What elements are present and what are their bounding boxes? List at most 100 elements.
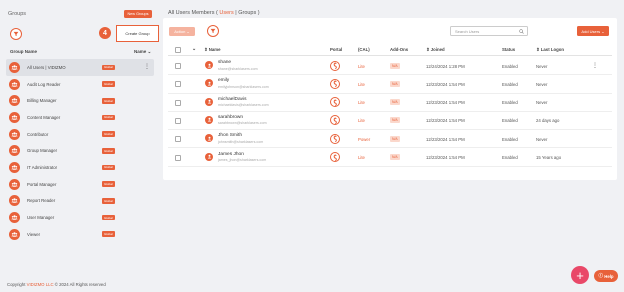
add-fab-button[interactable]: +	[571, 266, 589, 284]
row-checkbox[interactable]	[175, 117, 181, 124]
search-placeholder: Search Users	[455, 28, 480, 34]
group-name: Content Manager	[27, 114, 61, 120]
group-icon	[9, 178, 20, 190]
addons-badge: N/A	[390, 99, 400, 106]
row-checkbox[interactable]	[175, 136, 181, 143]
user-email: johnsmith@sharklasers.com	[218, 139, 264, 144]
user-name[interactable]: James Jhon	[218, 152, 244, 157]
global-badge: Global	[102, 97, 115, 104]
select-all-chevron[interactable]: ⌄	[192, 46, 196, 52]
action-dropdown-button[interactable]: Action ⌄	[169, 27, 195, 36]
more-options-icon[interactable]: ⋮	[144, 64, 150, 70]
group-list-item[interactable]: Report Reader Global	[6, 193, 154, 210]
joined-column-header[interactable]: ⇕ Joined	[426, 47, 445, 53]
create-group-button[interactable]: Create Group	[116, 25, 159, 42]
status-value: Enabled	[502, 136, 518, 142]
global-badge: Global	[102, 147, 115, 154]
joined-date: 12/23/2024 1:54 PM	[426, 118, 465, 124]
users-filter-button[interactable]	[207, 25, 219, 37]
user-email: sarahbrown@sharklasers.com	[218, 121, 267, 126]
name-column-header[interactable]: ⇕ Name	[204, 47, 221, 53]
user-table-row[interactable]: sarahbrown sarahbrown@sharklasers.com Lite…	[168, 112, 612, 131]
cal-value: Lite	[358, 118, 365, 124]
search-users-input[interactable]: Search Users	[450, 26, 528, 36]
joined-date: 12/23/2024 1:54 PM	[426, 81, 465, 87]
help-button[interactable]: ⓘ Help	[594, 270, 618, 282]
status-value: Enabled	[502, 81, 518, 87]
user-table-row[interactable]: michaelDavis michaeldavis@sharklasers.com…	[168, 94, 612, 112]
user-avatar-icon	[205, 79, 213, 88]
group-icon	[9, 78, 20, 90]
group-name: Viewer	[27, 231, 41, 237]
copyright-brand: VIDIZMO LLC	[26, 282, 54, 287]
group-list-item[interactable]: Content Manager Global	[6, 109, 154, 126]
group-name: Billing Manager	[27, 98, 57, 104]
user-name[interactable]: shane	[218, 60, 231, 65]
global-badge: Global	[102, 64, 115, 71]
global-badge: Global	[102, 114, 115, 121]
row-checkbox[interactable]	[175, 81, 181, 88]
addons-badge: N/A	[390, 117, 400, 124]
user-name[interactable]: emily	[218, 78, 229, 83]
group-list-item[interactable]: Audit Log Reader Global	[6, 76, 154, 93]
last-logon-value: Never	[536, 81, 548, 87]
addons-badge: N/A	[390, 135, 400, 142]
user-table-row[interactable]: emily emilyjohnson@sharklasers.com Lite N/A…	[168, 75, 612, 94]
last-logon-column-header[interactable]: ⇕ Last Logon	[536, 47, 564, 53]
breadcrumb-users-link[interactable]: Users	[219, 10, 233, 16]
global-badge: Global	[102, 231, 115, 238]
user-name[interactable]: michaelDavis	[218, 97, 247, 102]
user-table-row[interactable]: shane shane@sharklasers.com Lite N/A 12/24/2…	[168, 57, 612, 76]
breadcrumb: All Users Members ( Users | Groups )	[168, 10, 260, 16]
group-name: IT Administrator	[27, 164, 58, 170]
cal-value: Power	[358, 136, 371, 142]
group-icon	[9, 228, 20, 240]
row-checkbox[interactable]	[175, 63, 181, 69]
group-list-item[interactable]: Billing Manager Global	[6, 92, 154, 109]
group-list-item[interactable]: Contributor Global	[6, 126, 154, 143]
row-checkbox[interactable]	[175, 99, 181, 106]
select-all-checkbox[interactable]	[175, 47, 181, 53]
filter-icon	[13, 31, 19, 37]
joined-date: 12/23/2024 1:54 PM	[426, 136, 465, 142]
group-list: All Users | VIDIZMO Global ⋮ Audit Log Read…	[6, 59, 154, 243]
global-badge: Global	[102, 131, 115, 137]
global-badge: Global	[102, 214, 115, 221]
row-more-options-icon[interactable]: ⋮	[592, 62, 598, 69]
filter-icon	[210, 28, 216, 34]
group-list-item[interactable]: All Users | VIDIZMO Global ⋮	[6, 59, 154, 76]
last-logon-value: 15 Years ago	[536, 155, 562, 160]
copyright-suffix: © 2024 All Rights reserved	[53, 282, 106, 287]
group-list-item[interactable]: Viewer Global	[6, 226, 154, 243]
row-checkbox[interactable]	[175, 154, 181, 161]
user-email: emilyjohnson@sharklasers.com	[218, 84, 269, 89]
last-logon-value: Never	[536, 100, 548, 106]
group-name-column-header: Group Name	[10, 49, 38, 54]
status-value: Enabled	[502, 63, 518, 69]
add-users-button[interactable]: Add Users ⌄	[577, 26, 609, 36]
breadcrumb-groups-link[interactable]: | Groups )	[234, 10, 259, 16]
user-name[interactable]: Jhon Smith	[218, 133, 242, 138]
name-sort-dropdown[interactable]: Name ⌄	[134, 49, 151, 55]
user-table-row[interactable]: James Jhon james_jhon@sharklasers.com Lite…	[168, 149, 612, 167]
group-list-item[interactable]: User Manager Global	[6, 209, 154, 226]
user-avatar-icon	[205, 134, 213, 143]
joined-date: 12/23/2024 1:54 PM	[426, 100, 465, 106]
user-name[interactable]: sarahbrown	[218, 115, 243, 120]
portal-icon	[330, 97, 340, 108]
status-value: Enabled	[502, 118, 518, 124]
groups-filter-button[interactable]	[10, 28, 22, 40]
group-list-item[interactable]: Portal Manager Global	[6, 176, 154, 193]
global-badge: Global	[102, 181, 115, 187]
addons-badge: N/A	[390, 80, 400, 87]
new-groups-button[interactable]: New Groups	[124, 10, 152, 18]
group-icon	[9, 161, 20, 173]
global-badge: Global	[102, 81, 115, 87]
cal-value: Lite	[358, 100, 365, 106]
addons-badge: N/A	[390, 154, 400, 160]
cal-value: Lite	[358, 155, 365, 160]
cal-value: Lite	[358, 81, 365, 87]
group-list-item[interactable]: Group Manager Global	[6, 142, 154, 159]
group-list-item[interactable]: IT Administrator Global	[6, 159, 154, 176]
user-table-row[interactable]: Jhon Smith johnsmith@sharklasers.com Power…	[168, 130, 612, 149]
